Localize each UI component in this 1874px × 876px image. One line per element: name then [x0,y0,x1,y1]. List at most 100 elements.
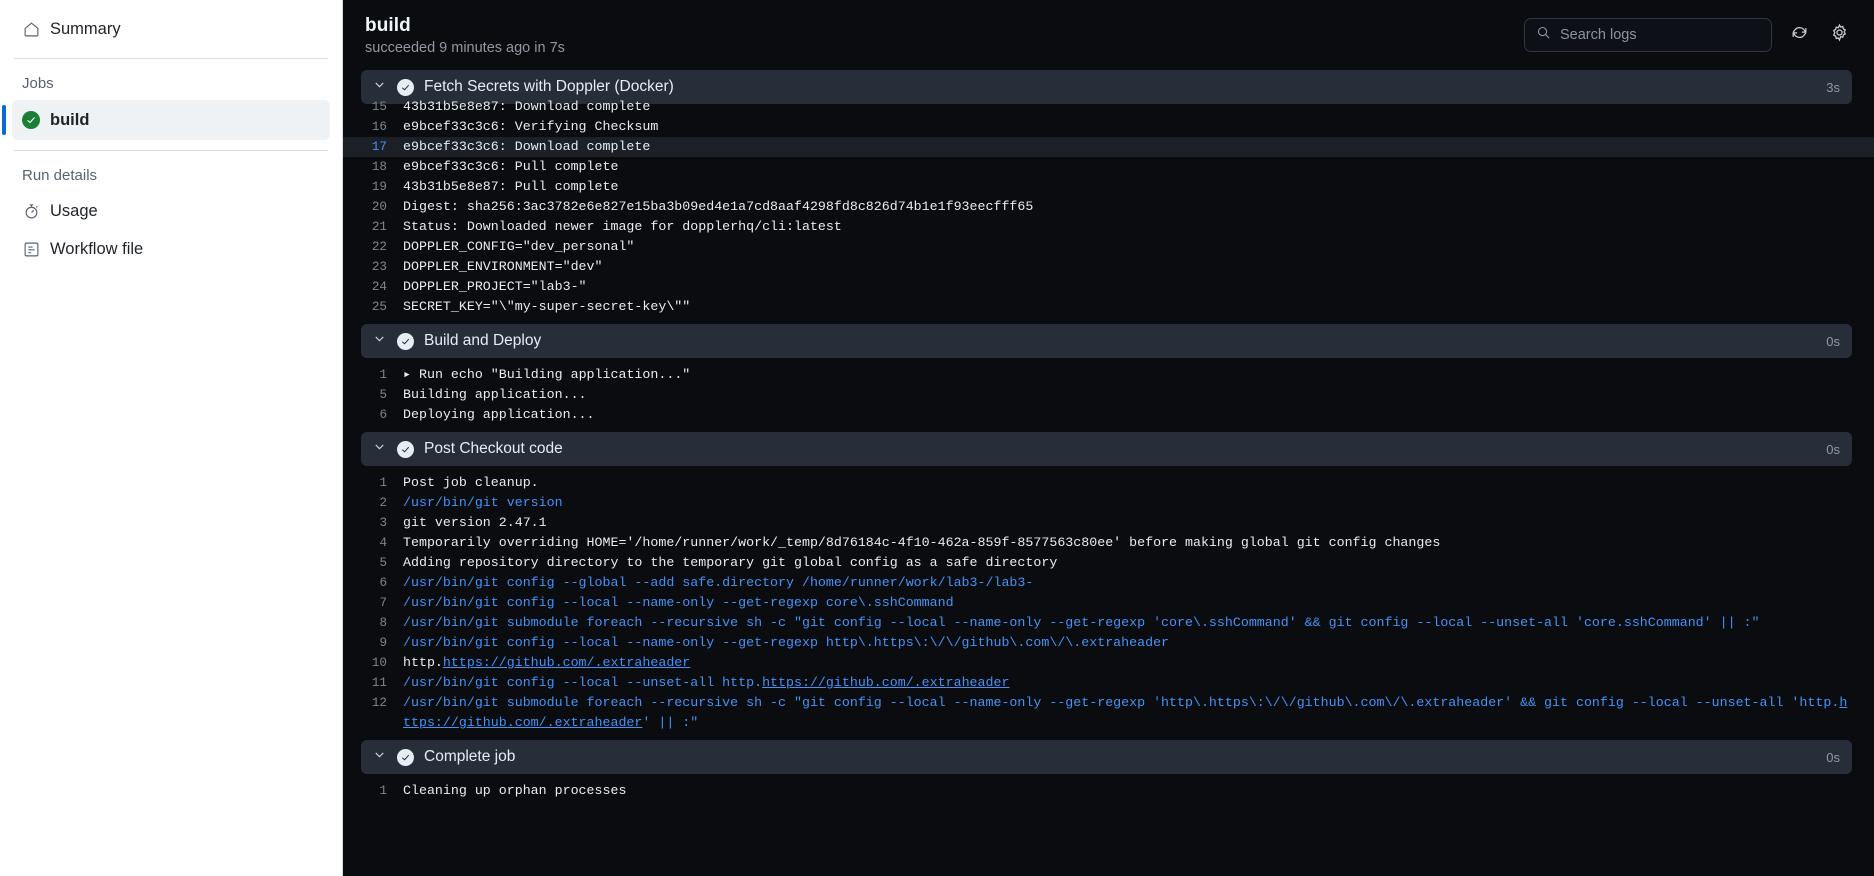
log-line-number[interactable]: 11 [343,673,403,693]
log-line[interactable]: 9/usr/bin/git config --local --name-only… [343,633,1874,653]
log-line-number[interactable]: 20 [343,197,403,217]
log-line[interactable]: 25 SECRET_KEY="\"my-super-secret-key\"" [343,297,1874,317]
log-line-text: http.https://github.com/.extraheader [403,653,690,673]
log-line-number[interactable]: 8 [343,613,403,633]
log-line[interactable]: 17 e9bcef33c3c6: Download complete [343,137,1874,157]
log-line-number[interactable]: 15 [343,97,403,117]
log-group: Build and Deploy 0s 1 ▸ Run echo "Building … [343,324,1874,432]
log-group-duration: 0s [1826,441,1840,457]
log-line[interactable]: 2/usr/bin/git version [343,493,1874,513]
log-line[interactable]: 16 e9bcef33c3c6: Verifying Checksum [343,117,1874,137]
log-line-text: /usr/bin/git version [403,495,563,510]
search-input[interactable] [1560,27,1760,43]
log-line-number[interactable]: 18 [343,157,403,177]
log-line-text: /usr/bin/git config --local --name-only … [403,595,954,610]
check-circle-icon [22,111,40,129]
log-line[interactable]: 3 git version 2.47.1 [343,513,1874,533]
chevron-down-icon [372,331,387,351]
log-line-number[interactable]: 19 [343,177,403,197]
log-line[interactable]: 7/usr/bin/git config --local --name-only… [343,593,1874,613]
log-line-number[interactable]: 25 [343,297,403,317]
log-line-text: /usr/bin/git config --local --name-only … [403,635,1170,650]
log-group-header[interactable]: Post Checkout code 0s [361,432,1852,466]
log-header: build succeeded 9 minutes ago in 7s [343,0,1874,70]
log-group-header[interactable]: Complete job 0s [361,740,1852,774]
log-line-number[interactable]: 2 [343,493,403,513]
sidebar-item-label: Workflow file [50,239,144,258]
sidebar-item-workflow-file[interactable]: Workflow file [12,230,330,268]
log-line-number[interactable]: 5 [343,553,403,573]
check-circle-icon [397,440,414,458]
log-group-header[interactable]: Build and Deploy 0s [361,324,1852,358]
log-line-number[interactable]: 12 [343,693,403,713]
log-line-text: Temporarily overriding HOME='/home/runne… [403,535,1441,550]
sidebar-jobs-heading: Jobs [22,75,54,92]
log-line-text: Deploying application... [403,407,595,422]
gear-icon [1830,23,1849,47]
log-line[interactable]: 5 Adding repository directory to the temp… [343,553,1874,573]
log-line[interactable]: 6/usr/bin/git config --global --add safe… [343,573,1874,593]
log-line[interactable]: 1 Post job cleanup. [343,473,1874,493]
log-line[interactable]: 6 Deploying application... [343,405,1874,425]
log-line-text: Status: Downloaded newer image for doppl… [403,219,842,234]
log-line-number[interactable]: 10 [343,653,403,673]
log-group-duration: 0s [1826,749,1840,765]
log-line[interactable]: 21 Status: Downloaded newer image for dop… [343,217,1874,237]
log-line[interactable]: 4 Temporarily overriding HOME='/home/runn… [343,533,1874,553]
log-group-title: Build and Deploy [424,332,542,349]
log-line-number[interactable]: 6 [343,405,403,425]
log-line[interactable]: 11/usr/bin/git config --local --unset-al… [343,673,1874,693]
workflow-file-icon [22,240,40,258]
home-icon [22,20,40,38]
log-line-number[interactable]: 7 [343,593,403,613]
log-line-number[interactable]: 4 [343,533,403,553]
chevron-down-icon [372,747,387,767]
log-line[interactable]: 20 Digest: sha256:3ac3782e6e827e15ba3b09e… [343,197,1874,217]
log-line-link[interactable]: https://github.com/.extraheader [762,675,1009,690]
log-line-segment: http. [403,655,443,670]
log-line[interactable]: 18 e9bcef33c3c6: Pull complete [343,157,1874,177]
settings-button[interactable] [1826,22,1852,48]
log-line[interactable]: 5 Building application... [343,385,1874,405]
log-line[interactable]: 15 43b31b5e8e87: Download complete [343,97,1874,117]
log-line-number[interactable]: 23 [343,257,403,277]
log-line[interactable]: 10 http.https://github.com/.extraheader [343,653,1874,673]
refresh-icon [1790,23,1809,47]
log-group-duration: 0s [1826,333,1840,349]
sidebar-run-details-heading: Run details [22,167,98,184]
log-line-text: Building application... [403,387,587,402]
log-line[interactable]: 12/usr/bin/git submodule foreach --recur… [343,693,1874,733]
log-line[interactable]: 23 DOPPLER_ENVIRONMENT="dev" [343,257,1874,277]
sidebar-item-summary[interactable]: Summary [12,10,330,48]
sidebar-item-usage[interactable]: Usage [12,192,330,230]
log-line[interactable]: 1 ▸ Run echo "Building application..." [343,365,1874,385]
log-line[interactable]: 24 DOPPLER_PROJECT="lab3-" [343,277,1874,297]
log-line-number[interactable]: 17 [343,137,403,157]
log-line-number[interactable]: 1 [343,365,403,385]
log-line-number[interactable]: 9 [343,633,403,653]
log-line-text: e9bcef33c3c6: Download complete [403,139,651,154]
log-line[interactable]: 1 Cleaning up orphan processes [343,781,1874,801]
log-line-number[interactable]: 1 [343,781,403,801]
refresh-button[interactable] [1786,22,1812,48]
log-line-number[interactable]: 6 [343,573,403,593]
log-line-number[interactable]: 1 [343,473,403,493]
sidebar: Summary Jobs build Run details Usage Wor… [0,0,343,876]
log-line-text: SECRET_KEY="\"my-super-secret-key\"" [403,299,691,314]
log-line[interactable]: 19 43b31b5e8e87: Pull complete [343,177,1874,197]
log-line-segment: /usr/bin/git submodule foreach --recursi… [403,695,1840,710]
log-line-text: git version 2.47.1 [403,515,547,530]
log-line-number[interactable]: 24 [343,277,403,297]
log-group: Post Checkout code 0s 1 Post job cleanup. 2/… [343,432,1874,740]
log-line[interactable]: 8/usr/bin/git submodule foreach --recurs… [343,613,1874,633]
log-line-number[interactable]: 22 [343,237,403,257]
log-line-number[interactable]: 5 [343,385,403,405]
log-line-link[interactable]: https://github.com/.extraheader [443,655,690,670]
sidebar-item-build[interactable]: build [2,100,330,140]
search-logs-box[interactable] [1524,18,1772,52]
log-line-number[interactable]: 21 [343,217,403,237]
sidebar-divider-2 [14,150,328,151]
log-line-number[interactable]: 16 [343,117,403,137]
log-line[interactable]: 22 DOPPLER_CONFIG="dev_personal" [343,237,1874,257]
log-line-number[interactable]: 3 [343,513,403,533]
